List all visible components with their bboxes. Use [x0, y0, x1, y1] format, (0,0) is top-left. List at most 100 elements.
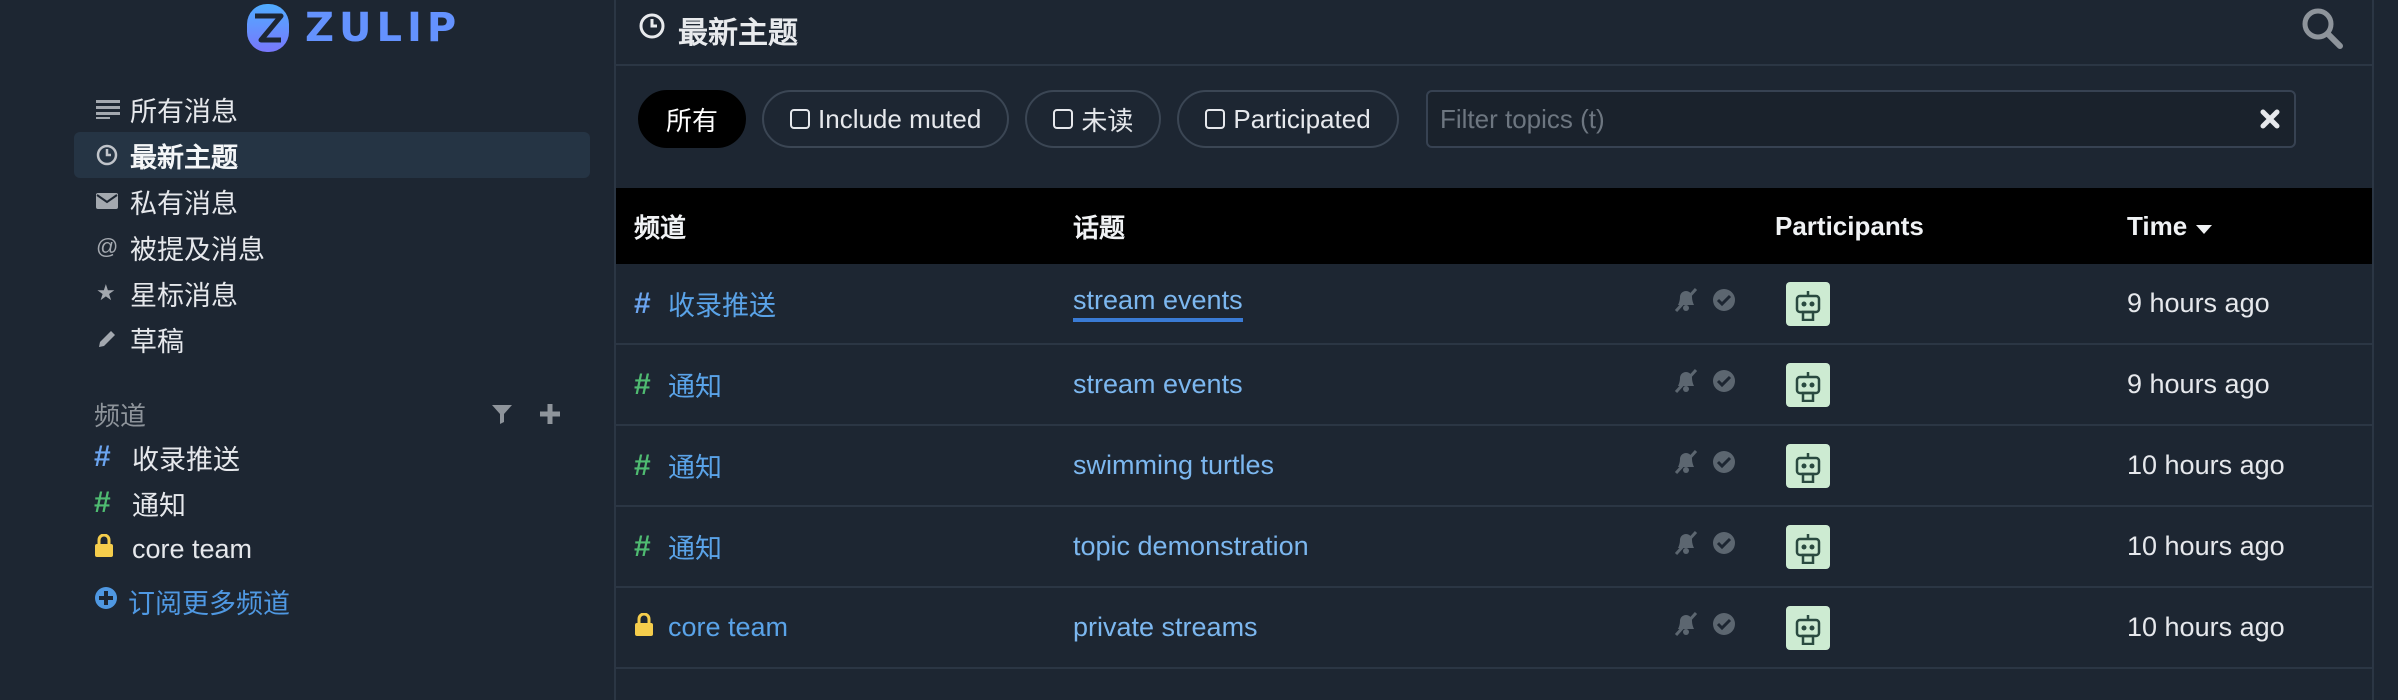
row-topic-name: private streams: [1073, 612, 1258, 642]
row-time-label: 10 hours ago: [2127, 612, 2285, 642]
table-row: core team private streams 10 hours ago: [616, 588, 2374, 669]
hash-icon: #: [634, 529, 651, 563]
mute-icon[interactable]: [1672, 287, 1700, 320]
column-label: 话题: [1073, 212, 1126, 243]
nav-drafts[interactable]: 草稿: [74, 316, 590, 362]
sidebar-stream-tongzhi[interactable]: # 通知: [94, 480, 594, 526]
bot-avatar[interactable]: [1786, 524, 1830, 569]
filter-participated-label: Participated: [1233, 103, 1371, 134]
global-filters: 所有消息 最新主题 私有消息 @ 被提及消息 ★ 星标消息 草稿: [74, 86, 590, 362]
nav-starred[interactable]: ★ 星标消息: [74, 270, 590, 316]
row-topic-link[interactable]: stream events: [1073, 264, 1243, 343]
stream-list: # 收录推送 # 通知 core team: [94, 434, 594, 572]
filter-all-button[interactable]: 所有: [638, 90, 747, 148]
clock-icon: [638, 12, 666, 45]
hash-icon: #: [94, 486, 111, 519]
checkbox-icon: [790, 109, 811, 129]
nav-label: 最新主题: [130, 142, 238, 173]
row-topic-link[interactable]: stream events: [1073, 345, 1243, 424]
row-participants: [1786, 264, 1830, 343]
title-bar: 最新主题: [616, 0, 2374, 66]
envelope-icon: [96, 192, 130, 210]
row-stream-link[interactable]: core team: [634, 588, 788, 667]
filter-include-muted-button[interactable]: Include muted: [762, 90, 1010, 148]
row-topic-name: swimming turtles: [1073, 450, 1275, 480]
stream-name: 收录推送: [132, 444, 240, 475]
mark-as-read-icon[interactable]: [1712, 450, 1736, 481]
filter-topics-input[interactable]: [1428, 92, 2294, 146]
mark-as-read-icon[interactable]: [1712, 531, 1736, 562]
bot-avatar[interactable]: [1786, 281, 1830, 326]
hash-icon: #: [634, 286, 651, 320]
at-icon: @: [96, 234, 119, 259]
mute-icon[interactable]: [1672, 449, 1700, 482]
plus-circle-icon: [94, 586, 118, 617]
row-topic-link[interactable]: swimming turtles: [1073, 426, 1274, 505]
nav-recent-topics[interactable]: 最新主题: [74, 132, 590, 178]
row-time-label: 10 hours ago: [2127, 450, 2285, 480]
mark-as-read-icon[interactable]: [1712, 288, 1736, 319]
sidebar-stream-shoulu[interactable]: # 收录推送: [94, 434, 594, 480]
nav-label: 私有消息: [130, 188, 238, 219]
row-time: 10 hours ago: [2127, 426, 2285, 505]
mark-as-read-icon[interactable]: [1712, 369, 1736, 400]
clock-icon: [96, 144, 130, 166]
checkbox-icon: [1053, 109, 1074, 129]
zulip-logo[interactable]: ZULIP: [245, 2, 461, 54]
row-time-label: 9 hours ago: [2127, 288, 2270, 318]
bot-avatar[interactable]: [1786, 605, 1830, 650]
topics-table-header: 频道 话题 Participants Time: [616, 188, 2374, 264]
row-actions: [1672, 507, 1736, 586]
row-topic-link[interactable]: private streams: [1073, 588, 1258, 667]
row-topic-name: topic demonstration: [1073, 531, 1309, 561]
row-stream-link[interactable]: # 通知: [634, 426, 722, 505]
filter-topics-field: [1426, 90, 2296, 148]
row-stream-link[interactable]: # 收录推送: [634, 264, 776, 343]
row-topic-name: stream events: [1073, 285, 1243, 322]
column-header-topic[interactable]: 话题: [1073, 188, 1125, 264]
row-stream-link[interactable]: # 通知: [634, 507, 722, 586]
table-row: # 通知 stream events 9 hours ago: [616, 345, 2374, 426]
mute-icon[interactable]: [1672, 368, 1700, 401]
row-stream-link[interactable]: # 通知: [634, 345, 722, 424]
close-icon[interactable]: [2256, 105, 2284, 138]
row-time: 10 hours ago: [2127, 507, 2285, 586]
nav-label: 所有消息: [130, 96, 238, 127]
mark-as-read-icon[interactable]: [1712, 612, 1736, 643]
hash-icon: #: [634, 448, 651, 482]
filter-unread-button[interactable]: 未读: [1025, 90, 1162, 148]
column-header-time[interactable]: Time: [2127, 188, 2213, 264]
column-header-stream[interactable]: 频道: [634, 188, 686, 264]
mute-icon[interactable]: [1672, 530, 1700, 563]
checkbox-icon: [1205, 109, 1226, 129]
bot-avatar[interactable]: [1786, 443, 1830, 488]
row-participants: [1786, 345, 1830, 424]
row-time: 10 hours ago: [2127, 588, 2285, 667]
nav-all-messages[interactable]: 所有消息: [74, 86, 590, 132]
row-stream-name: 通知: [668, 534, 722, 564]
row-actions: [1672, 264, 1736, 343]
stream-name: 通知: [132, 490, 186, 521]
row-stream-name: 通知: [668, 453, 722, 483]
filter-participated-button[interactable]: Participated: [1177, 90, 1399, 148]
filter-unread-label: 未读: [1081, 105, 1134, 136]
bot-avatar[interactable]: [1786, 362, 1830, 407]
subscribe-more-link[interactable]: 订阅更多频道: [94, 580, 290, 622]
mute-icon[interactable]: [1672, 611, 1700, 644]
nav-label: 草稿: [130, 326, 184, 357]
row-topic-link[interactable]: topic demonstration: [1073, 507, 1309, 586]
left-sidebar: ZULIP 所有消息 最新主题 私有消息 @ 被提及消息 ★ 星标消息 草稿 频…: [0, 0, 614, 700]
add-stream-icon[interactable]: [526, 403, 574, 425]
column-label: Time: [2127, 210, 2188, 241]
pencil-icon: [96, 328, 130, 350]
search-icon[interactable]: [2300, 6, 2344, 55]
sort-desc-icon: [2195, 211, 2213, 242]
filter-icon[interactable]: [478, 403, 526, 425]
row-topic-name: stream events: [1073, 369, 1243, 399]
all-messages-icon: [96, 99, 130, 119]
sidebar-stream-core-team[interactable]: core team: [94, 526, 594, 572]
nav-mentions[interactable]: @ 被提及消息: [74, 224, 590, 270]
nav-private-messages[interactable]: 私有消息: [74, 178, 590, 224]
row-stream-name: 收录推送: [668, 291, 776, 321]
row-stream-name: core team: [668, 612, 789, 642]
